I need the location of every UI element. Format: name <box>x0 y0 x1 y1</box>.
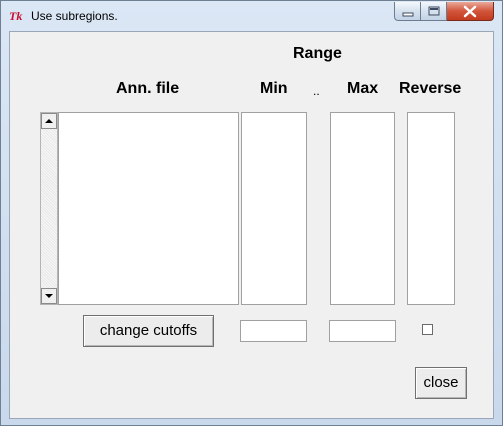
reverse-list[interactable] <box>407 112 455 305</box>
window-title: Use subregions. <box>31 9 118 23</box>
min-cutoff-input[interactable] <box>240 320 307 342</box>
ann-file-list[interactable] <box>58 112 239 305</box>
ann-file-header: Ann. file <box>116 80 180 97</box>
ann-file-scrollbar[interactable] <box>40 112 58 305</box>
scroll-up-button[interactable] <box>41 113 57 129</box>
dialog-body: Range Ann. file Min .. Max Reverse chang… <box>9 31 494 419</box>
window-close-button[interactable] <box>447 2 494 21</box>
range-header: Range <box>293 45 342 62</box>
maximize-button[interactable] <box>421 2 447 21</box>
change-cutoffs-button[interactable]: change cutoffs <box>83 315 214 347</box>
minimize-button[interactable] <box>394 2 421 21</box>
max-list[interactable] <box>330 112 395 305</box>
max-cutoff-input[interactable] <box>329 320 396 342</box>
maximize-icon <box>428 6 440 16</box>
arrow-down-icon <box>45 294 53 298</box>
scroll-down-button[interactable] <box>41 288 57 304</box>
reverse-header: Reverse <box>399 80 462 97</box>
arrow-up-icon <box>45 119 53 123</box>
range-separator: .. <box>313 84 320 98</box>
svg-text:Tk: Tk <box>9 9 22 23</box>
reverse-checkbox[interactable] <box>422 324 433 335</box>
min-list[interactable] <box>241 112 307 305</box>
tk-feather-icon: Tk <box>9 8 27 24</box>
max-header: Max <box>347 80 379 97</box>
minimize-icon <box>402 12 414 17</box>
min-header: Min <box>260 80 288 97</box>
app-window: Tk Use subregions. Range Ann. file Min .… <box>0 0 503 426</box>
close-icon <box>463 5 477 18</box>
close-button[interactable]: close <box>415 367 467 399</box>
title-bar[interactable]: Tk Use subregions. <box>1 1 502 31</box>
